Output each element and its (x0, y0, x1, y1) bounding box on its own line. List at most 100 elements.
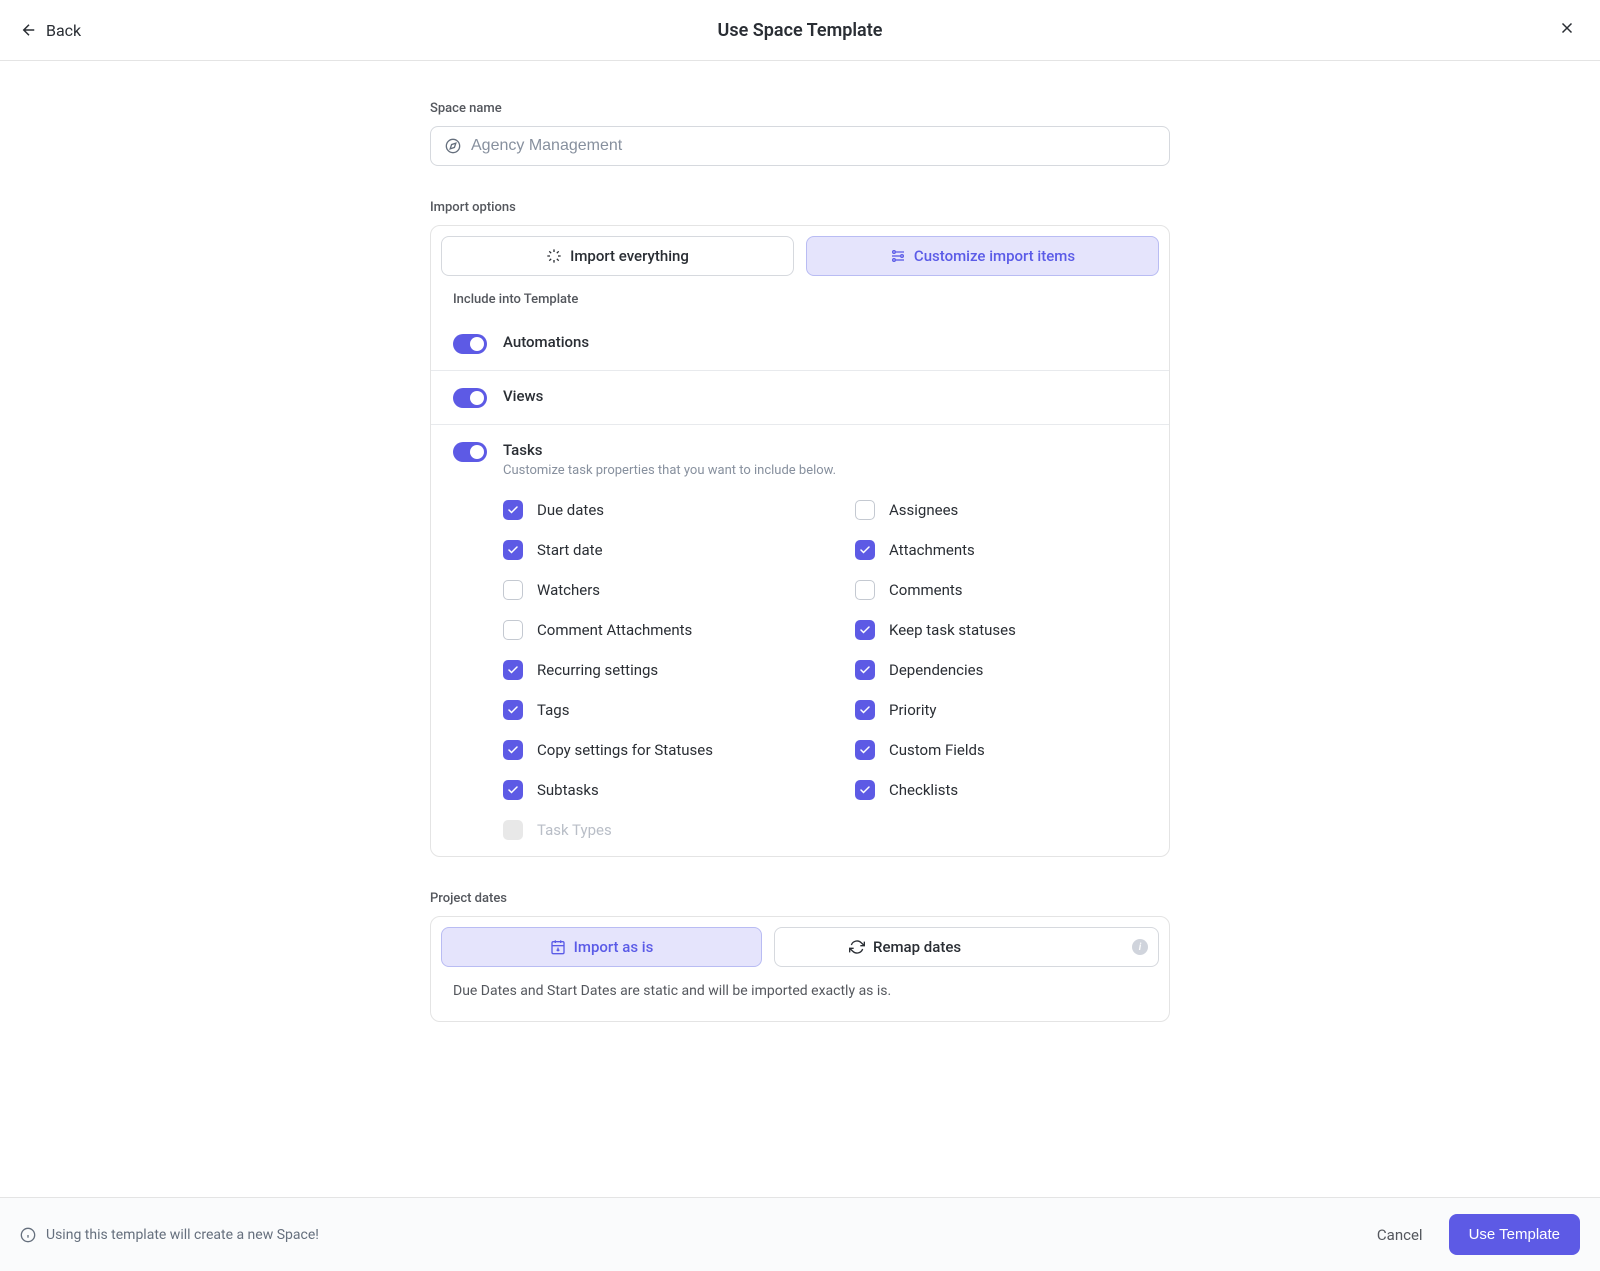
task-property-item: Priority (855, 700, 1147, 720)
tasks-row: Tasks Customize task properties that you… (431, 424, 1169, 856)
task-property-item: Task Types (503, 820, 795, 840)
automations-label: Automations (503, 333, 1147, 351)
task-properties-grid: Due dates Assignees Start date Attachments W… (503, 500, 1147, 840)
close-icon (1558, 19, 1576, 37)
task-property-item: Custom Fields (855, 740, 1147, 760)
task-property-label: Due dates (537, 501, 604, 519)
import-options-box: Import everything Customize import items… (430, 225, 1170, 857)
task-property-checkbox[interactable] (855, 660, 875, 680)
space-name-label: Space name (430, 101, 1170, 116)
task-property-item: Checklists (855, 780, 1147, 800)
task-property-item: Comments (855, 580, 1147, 600)
task-property-item: Recurring settings (503, 660, 795, 680)
calendar-import-icon (550, 939, 566, 955)
task-property-label: Priority (889, 701, 936, 719)
task-property-checkbox[interactable] (855, 780, 875, 800)
task-property-checkbox[interactable] (503, 500, 523, 520)
footer-actions: Cancel Use Template (1377, 1214, 1580, 1255)
task-property-label: Dependencies (889, 661, 983, 679)
task-property-item: Due dates (503, 500, 795, 520)
space-name-input-wrapper[interactable] (430, 126, 1170, 166)
task-property-label: Tags (537, 701, 569, 719)
import-everything-button[interactable]: Import everything (441, 236, 794, 276)
customize-import-label: Customize import items (914, 247, 1075, 265)
automations-row: Automations (431, 317, 1169, 370)
task-property-label: Checklists (889, 781, 958, 799)
use-template-button[interactable]: Use Template (1449, 1214, 1580, 1255)
footer-note: Using this template will create a new Sp… (20, 1227, 319, 1243)
task-property-label: Task Types (537, 821, 612, 839)
task-property-checkbox[interactable] (503, 540, 523, 560)
task-property-checkbox[interactable] (503, 620, 523, 640)
date-mode-toggle: Import as is Remap dates i (431, 917, 1169, 977)
sparkle-icon (546, 248, 562, 264)
task-property-checkbox[interactable] (503, 660, 523, 680)
task-property-label: Attachments (889, 541, 975, 559)
refresh-icon (849, 939, 865, 955)
import-as-is-button[interactable]: Import as is (441, 927, 762, 967)
task-property-label: Custom Fields (889, 741, 985, 759)
task-property-checkbox[interactable] (855, 700, 875, 720)
arrow-left-icon (20, 21, 38, 39)
task-property-checkbox[interactable] (855, 580, 875, 600)
include-into-template-label: Include into Template (431, 286, 1169, 317)
task-property-label: Keep task statuses (889, 621, 1016, 639)
footer-note-text: Using this template will create a new Sp… (46, 1227, 319, 1243)
page-title: Use Space Template (718, 20, 883, 41)
import-options-label: Import options (430, 200, 1170, 215)
back-button[interactable]: Back (20, 21, 81, 40)
task-property-label: Comments (889, 581, 963, 599)
task-property-item: Comment Attachments (503, 620, 795, 640)
views-label: Views (503, 387, 1147, 405)
task-property-label: Start date (537, 541, 603, 559)
task-property-checkbox[interactable] (503, 740, 523, 760)
task-property-checkbox[interactable] (503, 780, 523, 800)
task-property-item: Attachments (855, 540, 1147, 560)
back-label: Back (46, 21, 81, 40)
close-button[interactable] (1554, 14, 1580, 46)
task-property-label: Copy settings for Statuses (537, 741, 713, 759)
compass-icon (445, 138, 461, 154)
project-dates-label: Project dates (430, 891, 1170, 906)
remap-dates-button[interactable]: Remap dates i (774, 927, 1159, 967)
task-property-label: Recurring settings (537, 661, 658, 679)
task-property-label: Comment Attachments (537, 621, 692, 639)
task-property-item: Start date (503, 540, 795, 560)
task-property-checkbox[interactable] (503, 580, 523, 600)
task-property-item: Keep task statuses (855, 620, 1147, 640)
import-everything-label: Import everything (570, 247, 689, 265)
task-property-checkbox[interactable] (855, 500, 875, 520)
import-as-is-label: Import as is (574, 938, 654, 956)
task-property-checkbox[interactable] (855, 740, 875, 760)
info-icon[interactable]: i (1132, 939, 1148, 955)
modal-header: Back Use Space Template (0, 0, 1600, 61)
project-dates-box: Import as is Remap dates i Due Dates and… (430, 916, 1170, 1022)
customize-import-button[interactable]: Customize import items (806, 236, 1159, 276)
task-property-checkbox (503, 820, 523, 840)
tasks-description: Customize task properties that you want … (503, 463, 1147, 478)
import-mode-toggle: Import everything Customize import items (431, 226, 1169, 286)
task-property-item: Dependencies (855, 660, 1147, 680)
task-property-item: Watchers (503, 580, 795, 600)
remap-dates-label: Remap dates (873, 938, 961, 956)
sliders-icon (890, 248, 906, 264)
cancel-button[interactable]: Cancel (1377, 1226, 1423, 1244)
tasks-toggle[interactable] (453, 442, 487, 462)
views-row: Views (431, 370, 1169, 424)
automations-toggle[interactable] (453, 334, 487, 354)
task-property-item: Subtasks (503, 780, 795, 800)
task-property-label: Subtasks (537, 781, 599, 799)
views-toggle[interactable] (453, 388, 487, 408)
task-property-checkbox[interactable] (855, 540, 875, 560)
space-name-input[interactable] (471, 137, 1155, 155)
task-property-checkbox[interactable] (503, 700, 523, 720)
task-property-label: Watchers (537, 581, 600, 599)
task-property-label: Assignees (889, 501, 958, 519)
info-circle-icon (20, 1227, 36, 1243)
main-content: Space name Import options Import everyth… (430, 61, 1170, 1122)
project-dates-description: Due Dates and Start Dates are static and… (431, 977, 1169, 1021)
task-property-item: Copy settings for Statuses (503, 740, 795, 760)
task-property-item: Assignees (855, 500, 1147, 520)
task-property-checkbox[interactable] (855, 620, 875, 640)
task-property-item: Tags (503, 700, 795, 720)
